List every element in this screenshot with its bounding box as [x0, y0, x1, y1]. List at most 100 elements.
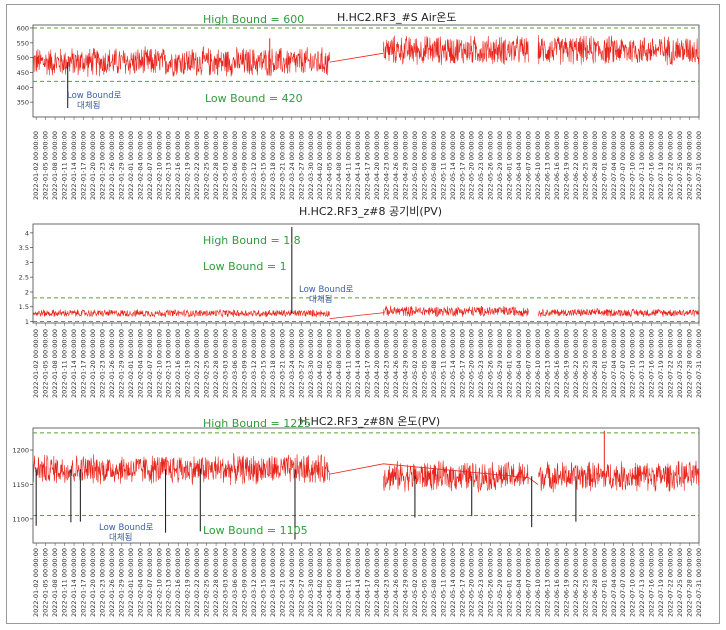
x-tick-label: 2022-03-30 00:00:00: [307, 131, 315, 200]
x-tick-label: 2022-02-13 00:00:00: [165, 329, 173, 398]
chart-panel-2: 11.522.533.542022-01-02 00:00:00 2022-01-…: [19, 205, 703, 398]
x-tick-label: 2022-07-01 00:00:00: [600, 131, 608, 200]
x-tick-label: 2022-01-26 00:00:00: [108, 548, 116, 617]
y-tick-label: 500: [17, 54, 29, 62]
x-tick-label: 2022-02-01 00:00:00: [127, 548, 135, 617]
replacement-note: Low Bound로: [299, 285, 354, 295]
x-tick-label: 2022-04-26 00:00:00: [392, 548, 400, 617]
x-tick-label: 2022-01-23 00:00:00: [98, 131, 106, 200]
x-tick-label: 2022-03-12 00:00:00: [250, 548, 258, 617]
y-tick-label: 1.5: [19, 303, 29, 311]
x-tick-label: 2022-06-19 00:00:00: [562, 329, 570, 398]
x-tick-label: 2022-03-03 00:00:00: [222, 131, 230, 200]
x-tick-label: 2022-05-02 00:00:00: [411, 329, 419, 398]
x-tick-label: 2022-04-17 00:00:00: [364, 131, 372, 200]
y-tick-label: 550: [17, 39, 29, 47]
chart-panel-3: 1100115012002022-01-02 00:00:00 2022-01-0…: [12, 415, 703, 617]
y-tick-label: 350: [17, 99, 29, 107]
x-tick-label: 2022-03-12 00:00:00: [250, 131, 258, 200]
replacement-note: Low Bound로: [99, 523, 154, 533]
x-tick-label: 2022-02-19 00:00:00: [184, 548, 192, 617]
chart-title: H.HC2.RF3_#S Air온도: [337, 11, 457, 24]
x-tick-label: 2022-04-23 00:00:00: [383, 329, 391, 398]
x-tick-label: 2022-03-27 00:00:00: [297, 329, 305, 398]
x-tick-label: 2022-07-16 00:00:00: [648, 548, 656, 617]
x-tick-label: 2022-06-25 00:00:00: [581, 131, 589, 200]
x-tick-label: 2022-06-16 00:00:00: [553, 548, 561, 617]
x-tick-label: 2022-03-09 00:00:00: [240, 548, 248, 617]
x-tick-label: 2022-01-17 00:00:00: [80, 329, 88, 398]
x-tick-label: 2022-05-20 00:00:00: [468, 329, 476, 398]
x-tick-label: 2022-04-08 00:00:00: [335, 548, 343, 617]
figure-frame: 350 400 450 500 550 600 2022-01-02 00:00:00 202…: [6, 4, 720, 624]
plot-area: [32, 24, 700, 118]
x-tick-label: 2022-07-28 00:00:00: [686, 329, 694, 398]
x-tick-label: 2022-01-05 00:00:00: [42, 131, 50, 200]
x-tick-label: 2022-01-05 00:00:00: [42, 329, 50, 398]
x-tick-label: 2022-02-22 00:00:00: [193, 131, 201, 200]
x-tick-label: 2022-06-22 00:00:00: [572, 329, 580, 398]
x-tick-label: 2022-03-18 00:00:00: [269, 131, 277, 200]
x-tick-label: 2022-03-03 00:00:00: [222, 329, 230, 398]
x-tick-label: 2022-04-26 00:00:00: [392, 131, 400, 200]
x-tick-label: 2022-03-15 00:00:00: [259, 329, 267, 398]
y-tick-label: 4: [25, 229, 29, 237]
x-tick-label: 2022-06-22 00:00:00: [572, 131, 580, 200]
x-tick-label: 2022-04-23 00:00:00: [383, 131, 391, 200]
x-tick-label: 2022-06-04 00:00:00: [515, 329, 523, 398]
x-tick-label: 2022-04-02 00:00:00: [316, 329, 324, 398]
x-tick-label: 2022-06-10 00:00:00: [534, 131, 542, 200]
high-bound-label: High Bound = 1225: [203, 417, 311, 430]
x-tick-label: 2022-03-09 00:00:00: [240, 329, 248, 398]
y-tick-label: 450: [17, 69, 29, 77]
x-tick-label: 2022-01-11 00:00:00: [61, 329, 69, 398]
x-tick-label: 2022-05-26 00:00:00: [487, 548, 495, 617]
x-tick-label: 2022-07-04 00:00:00: [610, 131, 618, 200]
x-tick-label: 2022-05-05 00:00:00: [420, 548, 428, 617]
x-tick-label: 2022-02-04 00:00:00: [136, 548, 144, 617]
x-tick-label: 2022-05-17 00:00:00: [458, 329, 466, 398]
x-tick-label: 2022-07-13 00:00:00: [638, 131, 646, 200]
x-tick-label: 2022-06-04 00:00:00: [515, 548, 523, 617]
x-tick-label: 2022-07-13 00:00:00: [638, 548, 646, 617]
x-tick-label: 2022-02-04 00:00:00: [136, 329, 144, 398]
x-tick-label: 2022-05-02 00:00:00: [411, 548, 419, 617]
x-tick-label: 2022-04-14 00:00:00: [354, 329, 362, 398]
x-tick-label: 2022-05-11 00:00:00: [439, 329, 447, 398]
x-tick-label: 2022-07-07 00:00:00: [619, 131, 627, 200]
replacement-note: 대체됨: [309, 294, 332, 305]
low-bound-label: Low Bound = 1105: [203, 524, 308, 537]
x-tick-label: 2022-01-05 00:00:00: [42, 548, 50, 617]
x-tick-label: 2022-03-27 00:00:00: [297, 131, 305, 200]
x-tick-label: 2022-06-10 00:00:00: [534, 329, 542, 398]
x-tick-label: 2022-04-20 00:00:00: [373, 131, 381, 200]
chart-panel-1: 3504004505005506002022-01-02 00:00:00 202…: [17, 11, 703, 200]
x-tick-label: 2022-04-08 00:00:00: [335, 329, 343, 398]
x-tick-label: 2022-02-25 00:00:00: [203, 131, 211, 200]
x-tick-label: 2022-01-14 00:00:00: [70, 131, 78, 200]
x-tick-label: 2022-04-29 00:00:00: [401, 329, 409, 398]
x-tick-label: 2022-07-01 00:00:00: [600, 329, 608, 398]
x-tick-label: 2022-07-22 00:00:00: [667, 548, 675, 617]
x-tick-label: 2022-06-16 00:00:00: [553, 329, 561, 398]
x-tick-label: 2022-04-05 00:00:00: [326, 329, 334, 398]
x-tick-label: 2022-05-08 00:00:00: [430, 329, 438, 398]
x-tick-label: 2022-03-15 00:00:00: [259, 131, 267, 200]
x-tick-label: 2022-07-07 00:00:00: [619, 548, 627, 617]
x-tick-label: 2022-04-20 00:00:00: [373, 548, 381, 617]
x-tick-label: 2022-01-14 00:00:00: [70, 329, 78, 398]
x-tick-label: 2022-04-14 00:00:00: [354, 548, 362, 617]
x-tick-label: 2022-07-10 00:00:00: [629, 329, 637, 398]
x-tick-label: 2022-07-19 00:00:00: [657, 329, 665, 398]
x-tick-label: 2022-06-28 00:00:00: [591, 548, 599, 617]
x-tick-label: 2022-04-29 00:00:00: [401, 548, 409, 617]
y-tick-label: 2: [25, 288, 29, 296]
x-tick-label: 2022-01-08 00:00:00: [51, 131, 59, 200]
x-tick-label: 2022-04-05 00:00:00: [326, 131, 334, 200]
x-tick-label: 2022-05-17 00:00:00: [458, 131, 466, 200]
replacement-note: 대체됨: [77, 100, 100, 111]
x-tick-label: 2022-04-02 00:00:00: [316, 131, 324, 200]
x-tick-label: 2022-06-25 00:00:00: [581, 329, 589, 398]
x-tick-label: 2022-04-02 00:00:00: [316, 548, 324, 617]
x-tick-label: 2022-02-22 00:00:00: [193, 329, 201, 398]
